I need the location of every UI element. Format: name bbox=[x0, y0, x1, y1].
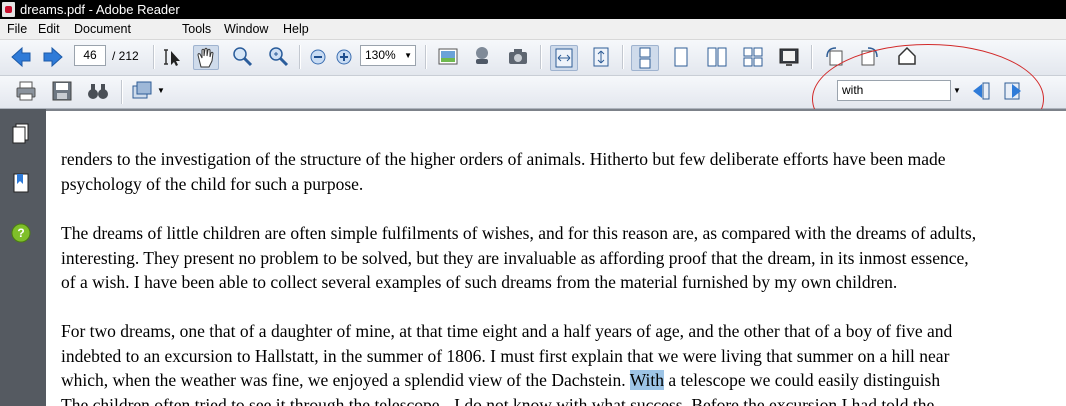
two-page-continuous-icon[interactable] bbox=[742, 46, 764, 68]
menu-window[interactable]: Window bbox=[224, 21, 268, 37]
toolbar-separator bbox=[153, 45, 155, 69]
fit-page-icon[interactable] bbox=[590, 46, 612, 68]
single-page-icon[interactable] bbox=[670, 46, 692, 68]
menu-tools[interactable]: Tools bbox=[182, 21, 211, 37]
rotate-clockwise-icon[interactable] bbox=[859, 45, 881, 67]
select-text-icon[interactable] bbox=[161, 46, 183, 68]
attach-share-icon[interactable] bbox=[131, 80, 153, 102]
zoom-level-select[interactable]: 130% ▼ bbox=[360, 45, 416, 66]
pages-panel-icon[interactable] bbox=[10, 122, 32, 144]
marquee-zoom-icon[interactable] bbox=[232, 46, 254, 68]
rotate-counterclockwise-icon[interactable] bbox=[823, 45, 845, 67]
help-icon[interactable]: ? bbox=[10, 222, 32, 244]
text-line: For two dreams, one that of a daughter o… bbox=[61, 321, 953, 341]
toolbar-separator bbox=[121, 80, 123, 104]
text-line: The children often tried to see it throu… bbox=[61, 394, 935, 406]
dynamic-zoom-icon[interactable] bbox=[268, 46, 290, 68]
fit-width-button[interactable] bbox=[550, 45, 578, 71]
bookmarks-panel-icon[interactable] bbox=[10, 172, 32, 194]
paragraph: For two dreams, one that of a daughter o… bbox=[61, 319, 952, 406]
find-next-icon[interactable] bbox=[1002, 80, 1024, 102]
toolbar-separator bbox=[425, 45, 427, 69]
find-previous-icon[interactable] bbox=[970, 80, 992, 102]
navigation-panel: ? bbox=[0, 109, 46, 406]
main-toolbar: 46 / 212 130% ▼ bbox=[0, 40, 1066, 76]
menu-help[interactable]: Help bbox=[283, 21, 309, 37]
chevron-down-icon: ▼ bbox=[404, 51, 412, 60]
snapshot-camera-icon[interactable] bbox=[507, 46, 529, 68]
text-line: of a wish. I have been able to collect s… bbox=[61, 272, 898, 292]
zoom-out-icon[interactable] bbox=[307, 46, 329, 68]
text-segment: a telescope we could easily distinguish bbox=[664, 370, 941, 390]
text-line: The dreams of little children are often … bbox=[61, 223, 977, 243]
full-screen-icon[interactable] bbox=[778, 46, 800, 68]
toolbar-separator bbox=[622, 45, 624, 69]
single-page-continuous-icon bbox=[639, 47, 651, 69]
save-icon[interactable] bbox=[51, 80, 73, 102]
zoom-level-value: 130% bbox=[365, 48, 396, 62]
find-options-chevron-down-icon[interactable]: ▼ bbox=[951, 80, 963, 101]
paragraph: The dreams of little children are often … bbox=[61, 221, 976, 295]
page-total: / 212 bbox=[112, 49, 139, 63]
zoom-in-icon[interactable] bbox=[333, 46, 355, 68]
page-number-input[interactable]: 46 bbox=[74, 45, 106, 66]
hand-tool-button[interactable] bbox=[193, 45, 219, 70]
adobe-reader-icon bbox=[2, 2, 15, 17]
menu-bar: File Edit Document Tools Window Help bbox=[0, 19, 1066, 40]
page-thumbnails-icon[interactable] bbox=[437, 46, 459, 68]
print-icon[interactable] bbox=[15, 80, 37, 102]
text-line: indebted to an excursion to Hallstatt, i… bbox=[61, 345, 950, 366]
toolbar-separator bbox=[540, 45, 542, 69]
hand-icon bbox=[197, 47, 214, 68]
menu-file[interactable]: File bbox=[7, 21, 27, 37]
two-page-icon[interactable] bbox=[706, 46, 728, 68]
chevron-down-icon[interactable]: ▼ bbox=[157, 86, 165, 95]
paragraph: renders to the investigation of the stru… bbox=[61, 147, 946, 196]
home-page-icon[interactable] bbox=[896, 45, 918, 67]
single-page-continuous-button[interactable] bbox=[631, 45, 659, 71]
text-line-with-match: which, when the weather was fine, we enj… bbox=[61, 368, 952, 393]
binoculars-search-icon[interactable] bbox=[87, 80, 109, 102]
text-line: psychology of the child for such a purpo… bbox=[61, 173, 364, 194]
svg-text:?: ? bbox=[17, 226, 24, 240]
stamp-icon[interactable] bbox=[471, 45, 493, 67]
menu-edit[interactable]: Edit bbox=[38, 21, 60, 37]
window-title: dreams.pdf - Adobe Reader bbox=[20, 2, 180, 17]
document-view[interactable]: renders to the investigation of the stru… bbox=[46, 109, 1066, 406]
toolbar-separator bbox=[811, 45, 813, 69]
previous-page-icon[interactable] bbox=[10, 46, 32, 68]
fit-width-icon bbox=[555, 48, 573, 68]
title-bar: dreams.pdf - Adobe Reader bbox=[0, 0, 1066, 19]
text-segment: which, when the weather was fine, we enj… bbox=[61, 370, 630, 390]
toolbar-separator bbox=[299, 45, 301, 69]
text-line: interesting. They present no problem to … bbox=[61, 247, 969, 268]
text-line: renders to the investigation of the stru… bbox=[61, 149, 946, 169]
menu-document[interactable]: Document bbox=[74, 21, 131, 37]
find-input[interactable]: with bbox=[837, 80, 951, 101]
search-match-highlight: With bbox=[629, 370, 665, 390]
next-page-icon[interactable] bbox=[42, 46, 64, 68]
